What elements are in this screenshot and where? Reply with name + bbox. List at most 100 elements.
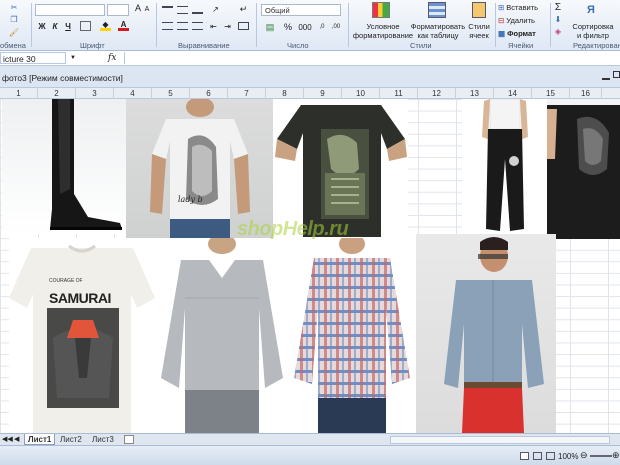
currency-icon[interactable]: ▤ — [264, 22, 276, 32]
zoom-in-icon[interactable]: ⊕ — [612, 450, 620, 461]
number-group-label: Число — [287, 41, 309, 50]
shrink-font-icon[interactable]: A — [143, 5, 151, 13]
column-header[interactable]: 4 — [114, 88, 152, 99]
column-header[interactable]: 6 — [190, 88, 228, 99]
name-box[interactable]: icture 30 — [0, 52, 66, 64]
italic-button[interactable]: К — [50, 21, 60, 31]
borders-icon[interactable] — [80, 21, 91, 31]
styles-group-label: Стили — [410, 41, 432, 50]
align-bottom-icon[interactable] — [192, 6, 203, 14]
zoom-out-icon[interactable]: ⊖ — [580, 450, 588, 461]
column-header[interactable]: 13 — [456, 88, 494, 99]
comma-icon[interactable]: 000 — [298, 22, 312, 32]
column-headers: 1 2 3 4 5 6 7 8 9 10 11 12 13 14 15 16 — [0, 88, 620, 99]
font-group-label: Шрифт — [80, 41, 105, 50]
column-header[interactable]: 10 — [342, 88, 380, 99]
view-normal-icon[interactable] — [520, 452, 529, 460]
format-cells-button[interactable]: ▦ Формат — [498, 28, 548, 38]
wrap-text-icon[interactable]: ↵ — [238, 4, 249, 14]
zoom-level[interactable]: 100% — [558, 452, 578, 461]
sweatpants-illustration — [482, 99, 528, 231]
photo-grey-sweater[interactable] — [155, 238, 288, 433]
tab-nav-prev-icon[interactable]: ◀ — [14, 435, 19, 443]
percent-icon[interactable]: % — [282, 22, 294, 32]
font-color-icon[interactable]: A — [118, 20, 129, 31]
sheet-tab-3[interactable]: Лист3 — [89, 434, 117, 445]
cell-styles-icon[interactable] — [472, 2, 486, 18]
format-as-table-label[interactable]: Форматировать как таблицу — [410, 22, 466, 40]
view-page-layout-icon[interactable] — [533, 452, 542, 460]
view-page-break-icon[interactable] — [546, 452, 555, 460]
cell-styles-label[interactable]: Стили ячеек — [464, 22, 494, 40]
format-label: Формат — [507, 28, 536, 38]
boot-illustration — [50, 99, 122, 230]
font-size-combo[interactable] — [107, 4, 129, 16]
watermark: shopHelp.ru — [237, 218, 349, 240]
format-table-line2: как таблицу — [417, 31, 459, 40]
photo-boot[interactable] — [2, 99, 126, 234]
photo-plaid-shirt[interactable] — [288, 238, 416, 433]
column-header[interactable]: 1 — [0, 88, 38, 99]
orientation-icon[interactable]: ↗ — [210, 4, 221, 14]
sort-filter-label[interactable]: Сортировка и фильтр — [568, 22, 618, 40]
sort-filter-icon[interactable]: Я — [582, 2, 600, 18]
delete-icon: ⊟ — [498, 15, 505, 25]
number-format-combo[interactable]: Общий — [261, 4, 341, 16]
underline-button[interactable]: Ч — [63, 21, 73, 31]
align-top-icon[interactable] — [162, 6, 173, 14]
new-sheet-icon[interactable] — [124, 435, 134, 444]
increase-decimal-icon[interactable]: ,0 — [316, 22, 328, 32]
column-header[interactable]: 7 — [228, 88, 266, 99]
grey-sweater-illustration — [161, 238, 283, 433]
fill-color-icon[interactable]: ◆ — [100, 20, 111, 31]
horizontal-scrollbar[interactable] — [390, 436, 610, 444]
column-header[interactable]: 8 — [266, 88, 304, 99]
column-header[interactable]: 5 — [152, 88, 190, 99]
align-left-icon[interactable] — [162, 22, 173, 30]
column-header[interactable]: 16 — [570, 88, 602, 99]
sheet-tab-2[interactable]: Лист2 — [57, 434, 85, 445]
photo-lion-tee[interactable] — [547, 99, 620, 239]
column-header[interactable]: 2 — [38, 88, 76, 99]
zoom-slider[interactable] — [590, 455, 612, 457]
align-middle-icon[interactable] — [177, 6, 188, 14]
grow-font-icon[interactable]: A — [133, 3, 143, 13]
format-painter-icon[interactable]: 🖌 — [8, 27, 20, 37]
conditional-format-label[interactable]: Условное форматирование — [352, 22, 414, 40]
insert-cells-button[interactable]: ⊞ Вставить — [498, 2, 548, 12]
fx-icon[interactable]: fx — [108, 53, 116, 63]
cell-styles-line1: Стили — [468, 22, 490, 31]
column-header[interactable]: 3 — [76, 88, 114, 99]
photo-blue-shirt-red-pants[interactable] — [416, 234, 556, 433]
column-header[interactable]: 11 — [380, 88, 418, 99]
autosum-icon[interactable]: Σ — [553, 2, 563, 13]
decrease-decimal-icon[interactable]: ,00 — [330, 22, 342, 32]
increase-indent-icon[interactable]: ⇥ — [222, 22, 233, 31]
window-restore-icon[interactable] — [613, 71, 620, 78]
bold-button[interactable]: Ж — [37, 21, 47, 31]
column-header[interactable]: 12 — [418, 88, 456, 99]
clear-icon[interactable]: ◈ — [553, 26, 563, 36]
name-box-dropdown-icon[interactable]: ▼ — [70, 55, 76, 61]
fill-icon[interactable]: ⬇ — [553, 14, 563, 24]
sheet-tab-1[interactable]: Лист1 — [24, 434, 56, 445]
tab-nav-first-icon[interactable]: ◀◀ — [2, 435, 13, 443]
cut-icon[interactable]: ✂ — [8, 2, 20, 12]
delete-cells-button[interactable]: ⊟ Удалить — [498, 15, 548, 25]
align-right-icon[interactable] — [192, 22, 203, 30]
align-center-icon[interactable] — [177, 22, 188, 30]
decrease-indent-icon[interactable]: ⇤ — [208, 22, 219, 31]
photo-sweatpants[interactable] — [462, 99, 547, 234]
column-header[interactable]: 14 — [494, 88, 532, 99]
column-header[interactable]: 15 — [532, 88, 570, 99]
window-minimize-icon[interactable] — [602, 72, 610, 80]
merge-center-icon[interactable] — [238, 22, 249, 30]
format-as-table-icon[interactable] — [428, 2, 446, 18]
column-header[interactable]: 9 — [304, 88, 342, 99]
conditional-format-icon[interactable] — [372, 2, 390, 18]
editing-group-label: Редактирован — [573, 41, 620, 50]
copy-icon[interactable]: ❐ — [8, 14, 20, 24]
photo-samurai-tee[interactable]: COURAGE OF SAMURAI — [9, 238, 155, 433]
formula-input[interactable] — [124, 52, 618, 64]
font-name-combo[interactable] — [35, 4, 105, 16]
